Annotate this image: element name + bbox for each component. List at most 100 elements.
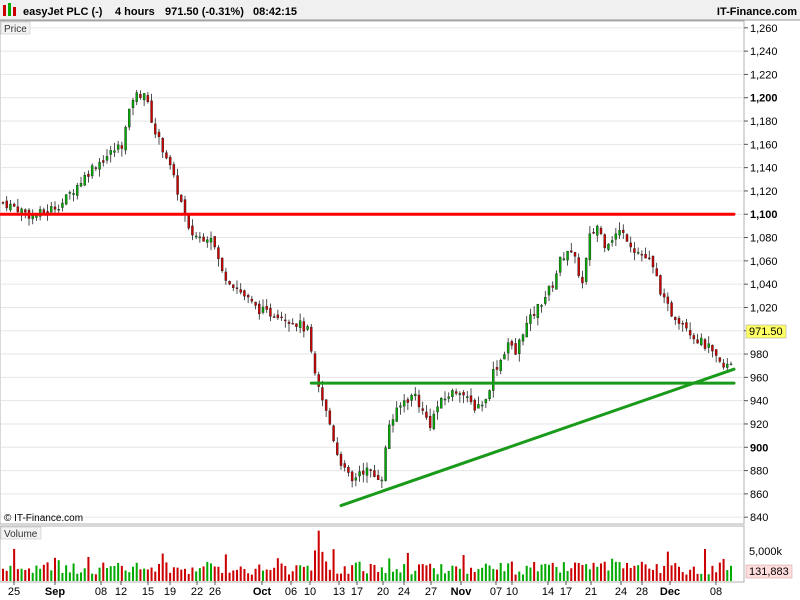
volume-bar	[27, 568, 31, 581]
last-price-change: 971.50 (-0.31%)	[165, 6, 244, 18]
volume-bar	[206, 561, 209, 581]
candle-body	[722, 362, 725, 368]
volume-bar	[469, 567, 473, 581]
volume-axis-tick: 5,000k	[749, 546, 783, 558]
candle-body	[451, 390, 454, 398]
candle-body	[172, 164, 176, 176]
candle-body	[206, 239, 209, 243]
volume-bar	[373, 564, 376, 581]
brand-name: IT-Finance.com	[717, 6, 797, 18]
candle-body	[87, 173, 90, 177]
chart-window: easyJet PLC (-) 4 hours 971.50 (-0.31%) …	[0, 0, 800, 600]
volume-bar	[425, 565, 428, 581]
volume-bar	[533, 562, 536, 581]
candle-body	[384, 447, 387, 481]
candle-body	[492, 369, 495, 391]
candle-body	[443, 398, 447, 401]
candle-body	[551, 285, 554, 288]
volume-bar	[566, 571, 569, 581]
candle-body	[469, 395, 473, 403]
x-tick-label: Dec	[660, 586, 680, 598]
volume-bar	[76, 573, 79, 581]
candle-body	[105, 156, 109, 161]
candle-body	[674, 316, 677, 321]
x-tick-label: 12	[115, 586, 127, 598]
volume-bar	[105, 568, 109, 581]
x-tick-label: 06	[285, 586, 297, 598]
candle-body	[644, 253, 647, 259]
chart-svg: easyJet PLC (-) 4 hours 971.50 (-0.31%) …	[0, 0, 800, 598]
volume-bar	[39, 568, 42, 581]
candle-body	[72, 193, 75, 195]
candle-body	[614, 233, 618, 240]
candle-body	[558, 256, 562, 273]
volume-bar	[24, 569, 27, 581]
volume-bar	[20, 568, 23, 581]
volume-bar	[406, 552, 409, 581]
candle-body	[462, 392, 465, 396]
volume-bar	[581, 564, 584, 581]
candle-body	[209, 238, 213, 243]
candle-body	[388, 424, 391, 449]
candle-body	[350, 471, 354, 482]
candle-body	[131, 100, 135, 109]
volume-bar	[462, 555, 465, 581]
volume-bar	[403, 564, 406, 581]
volume-bar	[666, 551, 669, 581]
volume-bar	[447, 570, 450, 581]
volume-bar	[247, 573, 250, 581]
volume-bar	[670, 565, 673, 581]
x-tick-label: 17	[560, 586, 572, 598]
candle-body	[243, 290, 246, 297]
x-tick-label: 25	[8, 586, 20, 598]
volume-bar	[551, 562, 554, 581]
candle-body	[729, 363, 733, 366]
volume-bar	[618, 562, 621, 581]
y-tick-label: 1,120	[750, 186, 778, 198]
volume-bar	[180, 569, 183, 581]
candle-body	[142, 93, 146, 101]
time-axis[interactable]: 25 Sep 08 12 15 19 22 26 Oct 06 10 13 17 20 24 27 Nov 07 1…	[8, 581, 722, 598]
x-tick-label: 17	[351, 586, 363, 598]
candle-body	[417, 394, 421, 408]
volume-bar	[510, 561, 513, 581]
volume-bar	[614, 561, 617, 581]
x-tick-label: 28	[636, 586, 648, 598]
y-tick-label: 1,260	[750, 23, 778, 35]
y-tick-label: 1,100	[750, 209, 778, 221]
candle-body	[272, 316, 276, 318]
candle-body	[90, 165, 94, 177]
volume-bar	[117, 562, 120, 581]
candle-body	[232, 284, 235, 288]
chart-interval: 4 hours	[115, 6, 155, 18]
x-tick-label: 10	[304, 586, 316, 598]
candle-body	[269, 307, 272, 317]
volume-bar	[65, 565, 68, 581]
volume-bar	[540, 564, 543, 581]
volume-bar	[391, 571, 395, 581]
volume-bar	[417, 564, 421, 581]
candle-body	[570, 250, 573, 253]
volume-bar	[607, 570, 610, 581]
y-tick-label: 1,080	[750, 233, 778, 245]
candle-body	[618, 230, 621, 236]
candle-body	[165, 152, 168, 159]
candle-body	[506, 342, 510, 354]
price-panel[interactable]	[0, 20, 745, 525]
price-axis[interactable]: 8408608809009209409609801,0001,0201,0401…	[744, 23, 778, 524]
last-volume-tag: 131,883	[745, 564, 793, 579]
volume-bar	[521, 574, 525, 581]
candle-body	[321, 387, 324, 401]
candle-body	[180, 194, 183, 202]
volume-bar	[250, 574, 253, 581]
volume-bar	[87, 556, 90, 581]
candle-body	[562, 258, 566, 260]
volume-bar	[596, 566, 599, 581]
volume-bar	[477, 569, 480, 581]
volume-bar	[42, 564, 45, 581]
candle-body	[402, 400, 406, 407]
candle-body	[454, 391, 458, 394]
volume-bar	[295, 565, 298, 581]
candle-body	[183, 199, 187, 215]
candle-body	[681, 322, 684, 325]
